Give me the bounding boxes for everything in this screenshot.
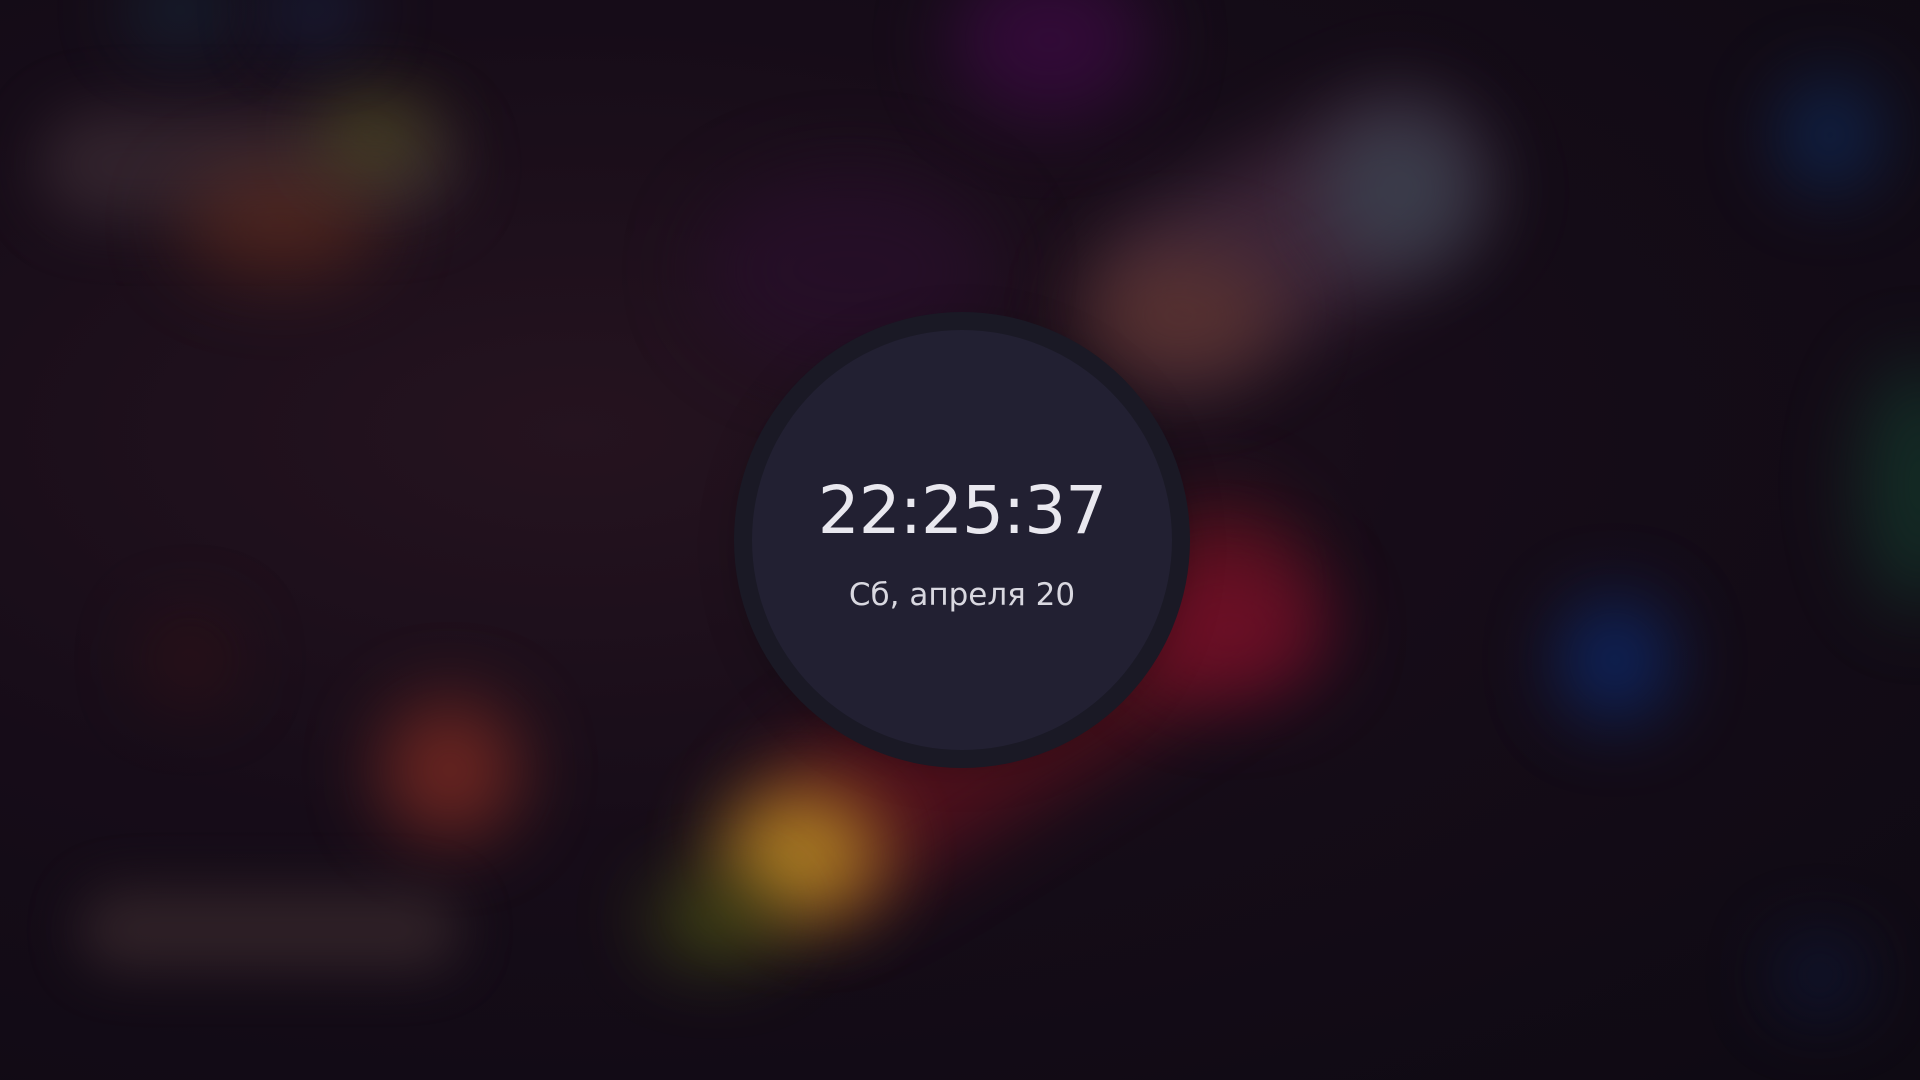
lock-screen: 22:25:37 Сб, апреля 20	[0, 0, 1920, 1080]
wallpaper-blob	[80, 890, 460, 970]
wallpaper-blob	[320, 100, 430, 170]
wallpaper-blob	[650, 880, 780, 960]
wallpaper-blob	[380, 700, 520, 840]
wallpaper-blob	[1780, 80, 1880, 190]
clock-time: 22:25:37	[817, 472, 1107, 549]
clock-date: Сб, апреля 20	[848, 577, 1076, 613]
wallpaper-blob	[1080, 250, 1280, 380]
wallpaper-blob	[150, 620, 230, 700]
wallpaper-blob	[1780, 940, 1860, 1010]
wallpaper-blob	[1560, 600, 1670, 720]
wallpaper-blob	[1860, 360, 1920, 610]
wallpaper-blob	[270, 0, 360, 40]
wallpaper-blob	[130, 0, 230, 40]
wallpaper-blob	[1320, 110, 1480, 270]
wallpaper-blob	[180, 170, 380, 280]
clock-widget: 22:25:37 Сб, апреля 20	[752, 330, 1172, 750]
wallpaper-blob	[950, 0, 1150, 120]
